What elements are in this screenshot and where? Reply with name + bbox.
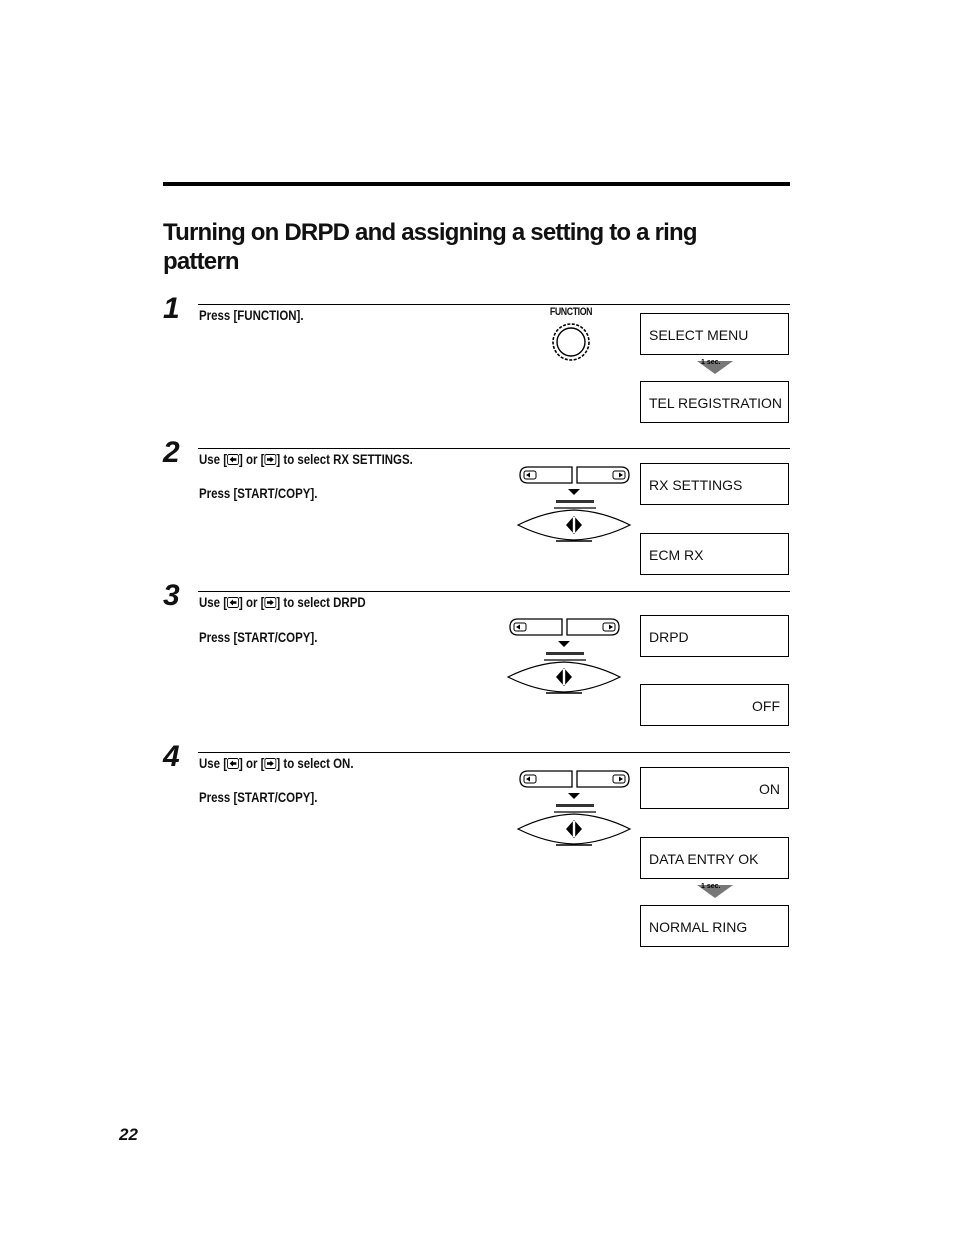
- step-divider: [198, 448, 790, 449]
- right-arrow-key-icon: [264, 597, 276, 608]
- step-divider: [198, 304, 790, 305]
- lcd-display: DATA ENTRY OK: [640, 837, 789, 879]
- instruction-text: ] to select ON.: [276, 756, 354, 771]
- lcd-display: ON: [640, 767, 789, 809]
- right-arrow-key-icon: [264, 454, 276, 465]
- instruction-text: ] to select DRPD: [276, 595, 366, 610]
- lcd-display: RX SETTINGS: [640, 463, 789, 505]
- instruction-text: Use [: [199, 756, 228, 771]
- arrow-and-start-copy-keys-icon: [516, 465, 634, 545]
- function-button-icon: [541, 306, 601, 366]
- lcd-display: OFF: [640, 684, 789, 726]
- wait-label: 1 sec.: [701, 883, 721, 890]
- page-title: Turning on DRPD and assigning a setting …: [163, 219, 698, 275]
- step-instruction: Press [FUNCTION].: [199, 308, 304, 323]
- wait-arrow: 1 sec.: [697, 359, 733, 376]
- step-instruction: Use [ ] or [ ] to select ON.: [199, 756, 354, 771]
- step-number: 4: [163, 740, 180, 773]
- step-instruction: Use [ ] or [ ] to select DRPD: [199, 595, 366, 610]
- instruction-text: Use [: [199, 595, 228, 610]
- wait-label: 1 sec.: [701, 359, 721, 366]
- wait-arrow: 1 sec.: [697, 883, 733, 900]
- instruction-text: Use [: [199, 452, 228, 467]
- left-arrow-key-icon: [227, 597, 239, 608]
- step-instruction: Use [ ] or [ ] to select RX SETTINGS.: [199, 452, 413, 467]
- step-number: 1: [163, 292, 180, 325]
- lcd-display: TEL REGISTRATION: [640, 381, 789, 423]
- left-arrow-key-icon: [227, 758, 239, 769]
- lcd-display: SELECT MENU: [640, 313, 789, 355]
- arrow-and-start-copy-keys-icon: [506, 617, 624, 697]
- arrow-and-start-copy-keys-icon: [516, 769, 634, 849]
- left-arrow-key-icon: [227, 454, 239, 465]
- right-arrow-key-icon: [264, 758, 276, 769]
- step-instruction: Press [START/COPY].: [199, 630, 318, 645]
- instruction-text: ] or [: [238, 595, 265, 610]
- page-number: 22: [119, 1125, 138, 1144]
- step-divider: [198, 591, 790, 592]
- instruction-text: ] to select RX SETTINGS.: [276, 452, 413, 467]
- lcd-display: DRPD: [640, 615, 789, 657]
- step-divider: [198, 752, 790, 753]
- step-instruction: Press [START/COPY].: [199, 790, 318, 805]
- instruction-text: ] or [: [238, 756, 265, 771]
- step-number: 2: [163, 436, 180, 469]
- lcd-display: NORMAL RING: [640, 905, 789, 947]
- top-rule: [163, 182, 790, 186]
- lcd-display: ECM RX: [640, 533, 789, 575]
- instruction-text: ] or [: [238, 452, 265, 467]
- step-number: 3: [163, 579, 180, 612]
- step-instruction: Press [START/COPY].: [199, 486, 318, 501]
- function-button-illustration: FUNCTION: [541, 306, 601, 366]
